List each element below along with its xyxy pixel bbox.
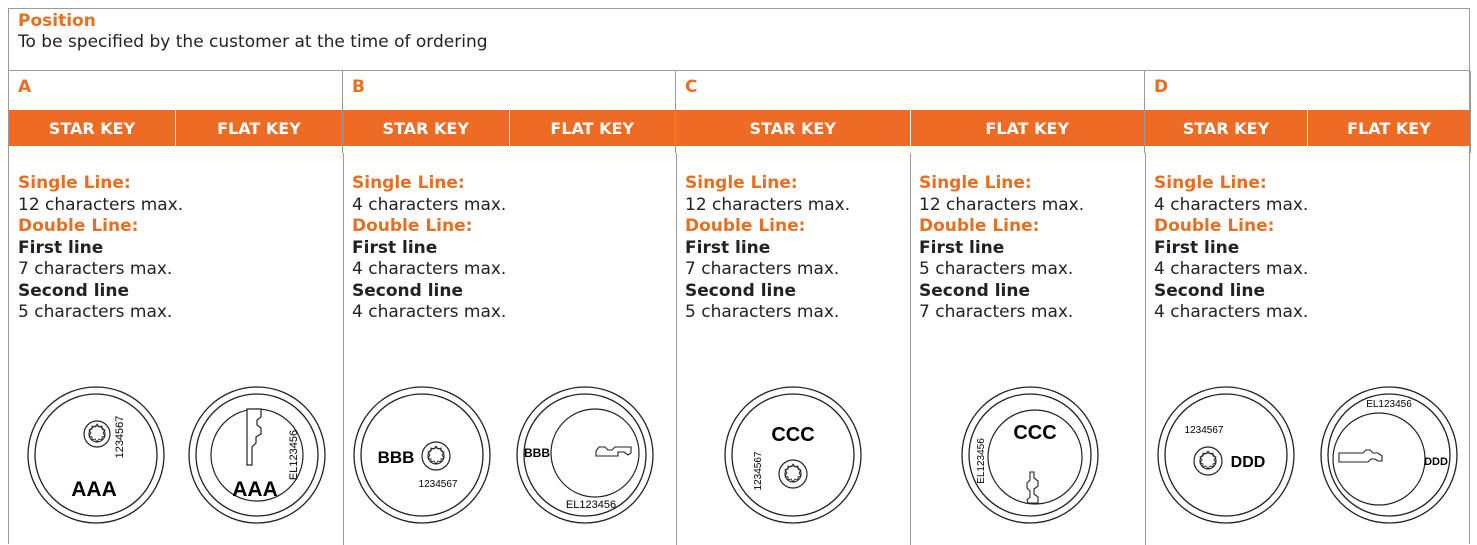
position-letter: C bbox=[685, 77, 698, 97]
spec-text: Single Line: 4 characters max. Double Li… bbox=[1154, 173, 1308, 324]
serial-text: 1234567 bbox=[753, 451, 764, 490]
double-line-label: Double Line: bbox=[352, 216, 473, 236]
code-text: AAA bbox=[232, 478, 278, 501]
position-a-body: Single Line: 12 characters max. Double L… bbox=[9, 153, 343, 545]
serial-text: 1234567 bbox=[419, 479, 458, 490]
second-line-label: Second line bbox=[18, 280, 130, 301]
second-line-label: Second line bbox=[919, 280, 1031, 301]
second-line-value: 5 characters max. bbox=[685, 302, 840, 322]
code-text: DDD bbox=[1231, 454, 1266, 471]
position-letter: D bbox=[1154, 77, 1169, 97]
star-key-lock-a: 1234567 AAA bbox=[27, 386, 165, 524]
serial-text: EL123456 bbox=[566, 499, 616, 511]
star-key-label: STAR KEY bbox=[382, 118, 469, 138]
code-text: DDD bbox=[1424, 456, 1448, 468]
double-line-label: Double Line: bbox=[919, 216, 1040, 236]
position-d-body: Single Line: 4 characters max. Double Li… bbox=[1145, 153, 1471, 545]
flat-key-lock-a: EL123456 AAA bbox=[188, 386, 326, 524]
first-line-value: 4 characters max. bbox=[1154, 259, 1309, 279]
first-line-label: First line bbox=[352, 237, 438, 258]
code-text: CCC bbox=[771, 424, 814, 446]
second-line-label: Second line bbox=[685, 280, 797, 301]
serial-text: EL123456 bbox=[976, 438, 987, 484]
flat-key-lock-d: EL123456 DDD bbox=[1320, 386, 1458, 524]
table-header: Position To be specified by the customer… bbox=[9, 9, 1469, 71]
single-line-label: Single Line: bbox=[919, 173, 1032, 193]
position-a-header: A STAR KEY FLAT KEY bbox=[9, 71, 343, 153]
second-line-label: Second line bbox=[352, 280, 464, 301]
star-key-lock-c: CCC 1234567 bbox=[724, 386, 862, 524]
first-line-value: 7 characters max. bbox=[18, 259, 173, 279]
first-line-label: First line bbox=[685, 237, 771, 258]
position-c-header: C STAR KEY FLAT KEY bbox=[676, 71, 1145, 153]
spec-text: Single Line: 12 characters max. Double L… bbox=[18, 173, 183, 324]
position-b-body: Single Line: 4 characters max. Double Li… bbox=[343, 153, 676, 545]
flat-key-label: FLAT KEY bbox=[1307, 110, 1470, 146]
position-b-header: B STAR KEY FLAT KEY bbox=[343, 71, 676, 153]
double-line-label: Double Line: bbox=[685, 216, 806, 236]
header-title: Position bbox=[18, 11, 96, 31]
first-line-label: First line bbox=[1154, 237, 1240, 258]
position-c-flat-body: Single Line: 12 characters max. Double L… bbox=[910, 153, 1145, 545]
key-type-band: STAR KEY FLAT KEY bbox=[343, 110, 675, 146]
key-type-band: STAR KEY FLAT KEY bbox=[1145, 110, 1470, 146]
second-line-value: 4 characters max. bbox=[352, 302, 507, 322]
spec-text: Single Line: 12 characters max. Double L… bbox=[919, 173, 1084, 324]
key-type-band: STAR KEY FLAT KEY bbox=[9, 110, 342, 146]
first-line-label: First line bbox=[18, 237, 104, 258]
first-line-value: 4 characters max. bbox=[352, 259, 507, 279]
first-line-value: 5 characters max. bbox=[919, 259, 1074, 279]
position-letter: A bbox=[18, 77, 32, 97]
code-text: CCC bbox=[1013, 422, 1056, 444]
key-engraving-table: Position To be specified by the customer… bbox=[8, 8, 1471, 545]
double-line-label: Double Line: bbox=[1154, 216, 1275, 236]
position-d-header: D STAR KEY FLAT KEY bbox=[1145, 71, 1471, 153]
single-line-label: Single Line: bbox=[1154, 173, 1267, 193]
star-key-label: STAR KEY bbox=[48, 118, 136, 138]
code-text: AAA bbox=[71, 478, 117, 501]
flat-key-label: FLAT KEY bbox=[508, 110, 676, 146]
spec-text: Single Line: 4 characters max. Double Li… bbox=[352, 173, 506, 324]
flat-key-label: FLAT KEY bbox=[909, 110, 1145, 146]
star-key-lock-b: BBB 1234567 bbox=[353, 386, 491, 524]
second-line-value: 5 characters max. bbox=[18, 302, 173, 322]
single-line-label: Single Line: bbox=[18, 173, 131, 193]
single-line-value: 4 characters max. bbox=[352, 194, 507, 215]
double-line-label: Double Line: bbox=[18, 216, 139, 236]
spec-text: Single Line: 12 characters max. Double L… bbox=[685, 173, 850, 324]
serial-text: EL123456 bbox=[1366, 399, 1412, 410]
single-line-label: Single Line: bbox=[352, 173, 465, 193]
header-subtitle: To be specified by the customer at the t… bbox=[18, 32, 488, 52]
flat-key-label: FLAT KEY bbox=[175, 110, 342, 146]
code-text: BBB bbox=[378, 448, 415, 467]
flat-key-lock-c: CCC EL123456 bbox=[961, 386, 1099, 524]
star-key-label: STAR KEY bbox=[749, 118, 836, 138]
single-line-value: 4 characters max. bbox=[1154, 194, 1309, 215]
position-letter: B bbox=[352, 77, 365, 97]
key-type-band: STAR KEY FLAT KEY bbox=[676, 110, 1144, 146]
star-key-label: STAR KEY bbox=[1182, 118, 1270, 138]
serial-text: 1234567 bbox=[114, 416, 126, 459]
second-line-value: 4 characters max. bbox=[1154, 302, 1309, 322]
star-key-lock-d: 1234567 DDD bbox=[1157, 386, 1295, 524]
single-line-label: Single Line: bbox=[685, 173, 798, 193]
single-line-value: 12 characters max. bbox=[919, 194, 1085, 215]
second-line-label: Second line bbox=[1154, 280, 1266, 301]
single-line-value: 12 characters max. bbox=[18, 194, 184, 215]
first-line-value: 7 characters max. bbox=[685, 259, 840, 279]
single-line-value: 12 characters max. bbox=[685, 194, 851, 215]
flat-key-lock-b: BBB EL123456 bbox=[516, 386, 654, 524]
serial-text: EL123456 bbox=[288, 430, 300, 480]
second-line-value: 7 characters max. bbox=[919, 302, 1074, 322]
position-c-star-body: Single Line: 12 characters max. Double L… bbox=[676, 153, 910, 545]
first-line-label: First line bbox=[919, 237, 1005, 258]
serial-text: 1234567 bbox=[1185, 425, 1224, 436]
code-text: BBB bbox=[524, 446, 550, 460]
